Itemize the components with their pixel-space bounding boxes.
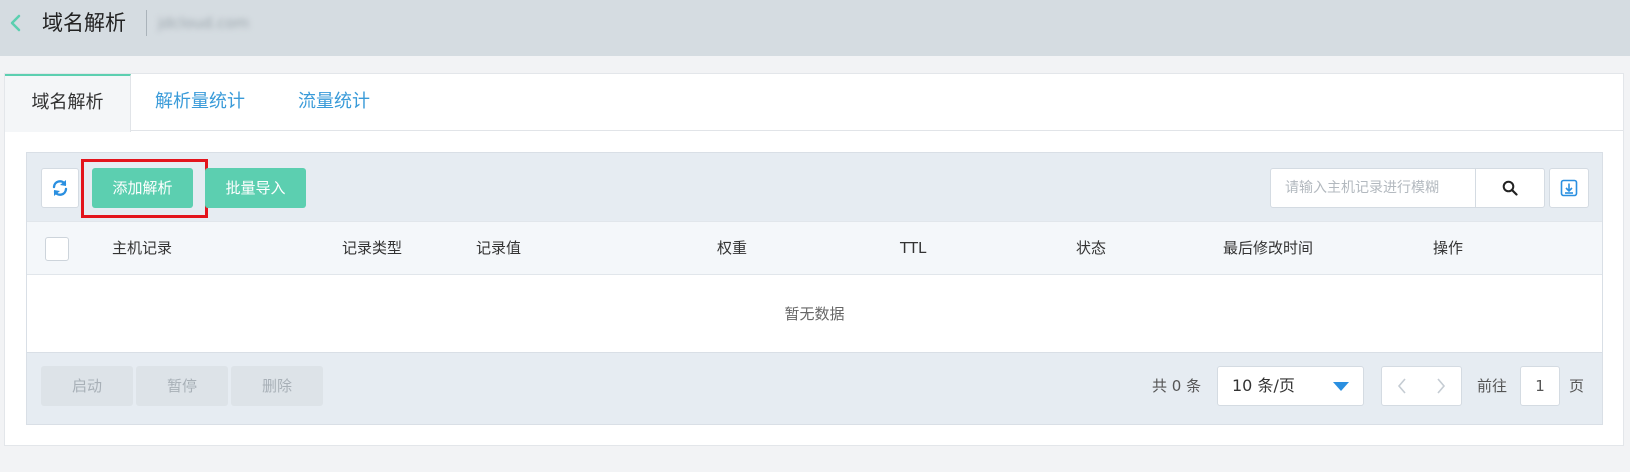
goto-page-input[interactable] (1520, 366, 1560, 406)
page-size-label: 10 条/页 (1232, 376, 1295, 395)
refresh-button[interactable] (41, 168, 79, 208)
search-icon (1502, 180, 1518, 196)
domain-name: jdcloud.com (158, 14, 250, 32)
toolbar: 添加解析 批量导入 (27, 153, 1602, 221)
page-size-select[interactable]: 10 条/页 (1217, 366, 1364, 406)
chevron-right-icon (1437, 378, 1446, 394)
page-title: 域名解析 (42, 11, 126, 35)
next-page-button[interactable] (1421, 367, 1461, 405)
select-all-checkbox[interactable] (45, 237, 69, 261)
pager (1381, 366, 1462, 406)
column-actions: 操作 (1433, 239, 1464, 257)
total-count: 共 0 条 (1152, 377, 1202, 395)
batch-import-button[interactable]: 批量导入 (205, 168, 306, 208)
goto-label: 前往 (1477, 377, 1508, 395)
enable-button[interactable]: 启动 (41, 366, 133, 406)
export-button[interactable] (1549, 168, 1589, 208)
refresh-icon (52, 180, 68, 196)
download-icon (1560, 179, 1578, 197)
prev-page-button[interactable] (1382, 367, 1422, 405)
search-box (1270, 168, 1545, 208)
search-button[interactable] (1475, 169, 1544, 207)
highlight-box (81, 159, 208, 218)
title-divider (146, 10, 147, 36)
chevron-left-icon (1397, 378, 1406, 394)
delete-button[interactable]: 删除 (231, 366, 323, 406)
column-record-type: 记录类型 (342, 239, 403, 257)
column-host-record: 主机记录 (112, 239, 173, 257)
pause-button[interactable]: 暂停 (136, 366, 228, 406)
page-unit: 页 (1569, 377, 1585, 395)
tab-dns-resolution[interactable]: 域名解析 (5, 74, 131, 132)
column-last-modified: 最后修改时间 (1223, 239, 1314, 257)
column-record-value: 记录值 (476, 239, 522, 257)
tab-resolution-stats[interactable]: 解析量统计 (145, 74, 255, 131)
top-bar: 域名解析 jdcloud.com (0, 0, 1630, 56)
tab-traffic-stats[interactable]: 流量统计 (288, 74, 380, 131)
caret-down-icon (1333, 382, 1349, 391)
table-footer: 启动 暂停 删除 共 0 条 10 条/页 前往 页 (27, 353, 1602, 424)
main-card: 域名解析 解析量统计 流量统计 添加解析 批量导入 请输入主机记录进行模糊 主机… (4, 73, 1624, 446)
search-input[interactable] (1271, 169, 1475, 207)
column-status: 状态 (1076, 239, 1107, 257)
column-weight: 权重 (717, 239, 748, 257)
empty-state: 暂无数据 (27, 275, 1602, 353)
back-chevron-icon[interactable] (6, 12, 26, 34)
column-ttl: TTL (900, 239, 927, 257)
records-panel: 添加解析 批量导入 请输入主机记录进行模糊 主机记录 记录类型 记录值 权重 T… (26, 152, 1603, 425)
tab-bar: 域名解析 解析量统计 流量统计 (5, 74, 1623, 132)
table-header: 主机记录 记录类型 记录值 权重 TTL 状态 最后修改时间 操作 (27, 221, 1602, 275)
